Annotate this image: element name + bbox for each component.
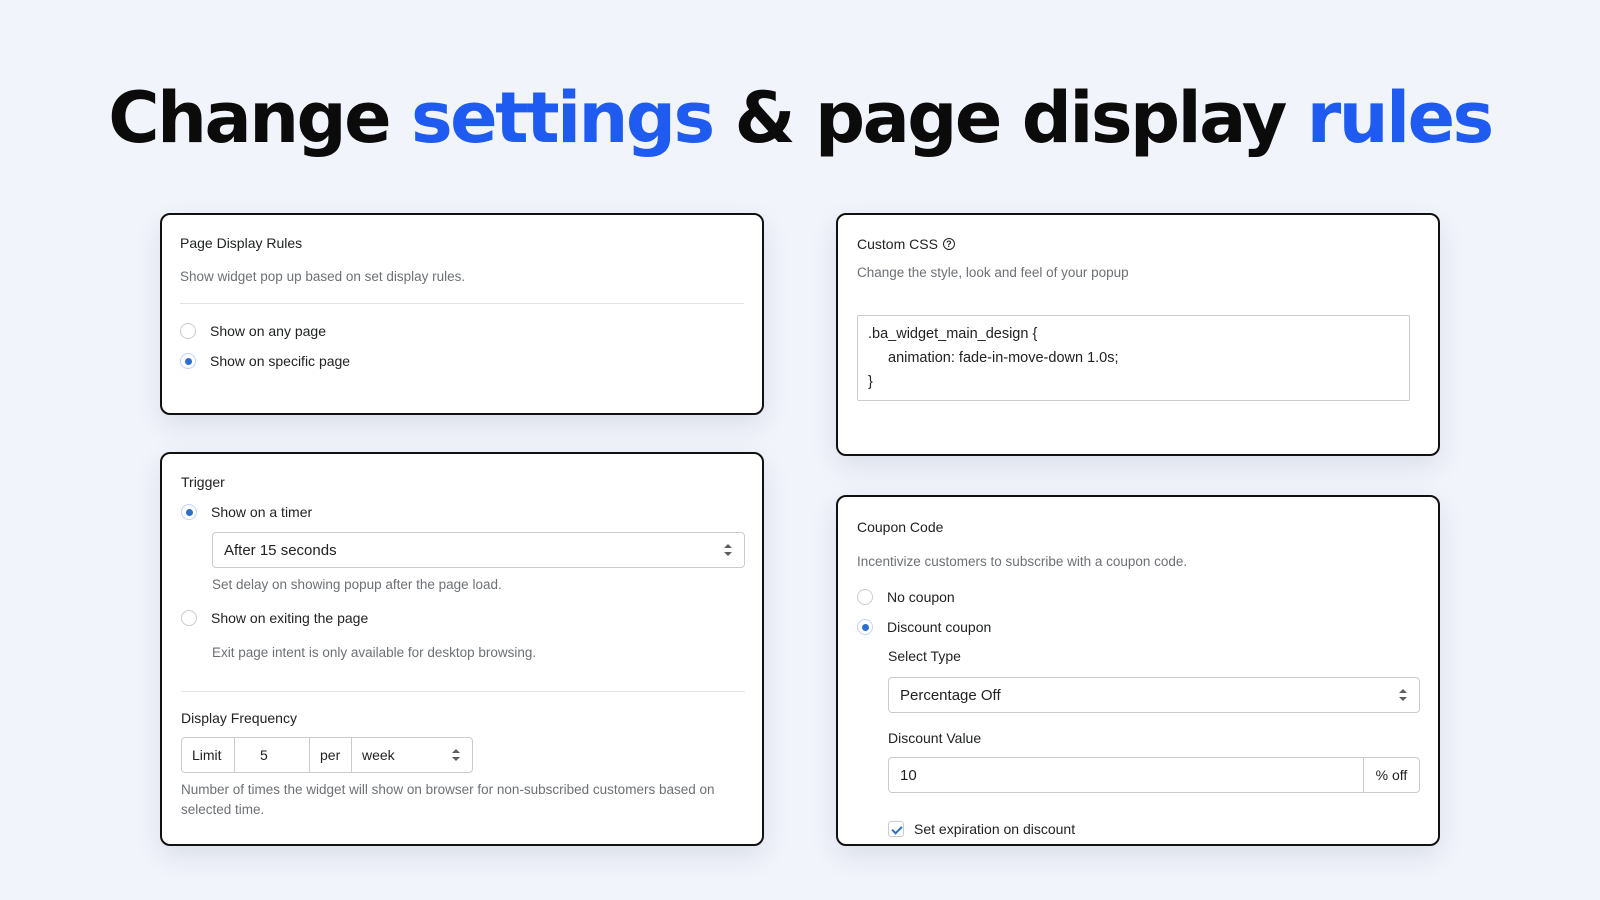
page-display-rules-card: Page Display Rules Show widget pop up ba… (160, 213, 764, 415)
radio-label-discount-coupon: Discount coupon (887, 619, 992, 635)
custom-css-title: Custom CSS (857, 236, 938, 252)
css-code-line: } (868, 374, 873, 390)
expiration-label: Set expiration on discount (914, 821, 1076, 837)
coupon-code-card: Coupon Code Incentivize customers to sub… (836, 495, 1440, 846)
radio-circle-any-page[interactable] (180, 323, 196, 339)
discount-suffix: % off (1363, 758, 1419, 792)
radio-circle-discount-coupon[interactable] (857, 619, 873, 635)
trigger-divider (181, 691, 745, 692)
discount-value-input[interactable]: 10 (889, 758, 1363, 792)
page-display-rules-title: Page Display Rules (180, 235, 303, 251)
question-circle-icon[interactable]: ? (942, 238, 955, 251)
custom-css-title-row: Custom CSS? (857, 236, 955, 252)
select-updown-icon (724, 543, 732, 557)
trigger-title: Trigger (181, 474, 225, 490)
timer-help-text: Set delay on showing popup after the pag… (212, 577, 502, 592)
coupon-code-description: Incentivize customers to subscribe with … (857, 554, 1188, 569)
frequency-period-select[interactable]: week (352, 738, 472, 772)
radio-show-on-timer[interactable]: Show on a timer (181, 501, 312, 523)
radio-show-on-any-page[interactable]: Show on any page (180, 320, 326, 342)
radio-label-any-page: Show on any page (210, 323, 326, 339)
discount-value-text: 10 (900, 766, 917, 784)
radio-show-on-specific-page[interactable]: Show on specific page (180, 350, 350, 372)
page-headline: Change settings & page display rules (0, 68, 1600, 168)
frequency-limit-value: 5 (260, 747, 268, 763)
expiration-checkbox-row[interactable]: Set expiration on discount (888, 818, 1075, 840)
timer-delay-select[interactable]: After 15 seconds (212, 532, 745, 568)
expiration-checkbox[interactable] (888, 821, 904, 837)
frequency-period-value: week (362, 747, 395, 763)
custom-css-description: Change the style, look and feel of your … (857, 265, 1129, 280)
timer-delay-value: After 15 seconds (224, 541, 337, 559)
radio-no-coupon[interactable]: No coupon (857, 586, 955, 608)
radio-label-no-coupon: No coupon (887, 589, 955, 605)
custom-css-card: Custom CSS? Change the style, look and f… (836, 213, 1440, 456)
coupon-code-title: Coupon Code (857, 519, 944, 535)
page-display-rules-divider (180, 303, 744, 304)
period-updown-icon (452, 748, 460, 762)
discount-value-label: Discount Value (888, 730, 982, 746)
headline-part-2: & page display (712, 77, 1307, 159)
radio-label-timer: Show on a timer (211, 504, 313, 520)
page-display-rules-description: Show widget pop up based on set display … (180, 269, 466, 284)
css-code-line: .ba_widget_main_design { (868, 326, 1038, 342)
css-code-line: animation: fade-in-move-down 1.0s; (888, 350, 1119, 366)
headline-accent-settings: settings (411, 77, 715, 159)
custom-css-editor[interactable]: .ba_widget_main_design { animation: fade… (857, 315, 1410, 401)
radio-circle-specific-page[interactable] (180, 353, 196, 369)
discount-type-value: Percentage Off (900, 686, 1001, 704)
radio-circle-timer[interactable] (181, 504, 197, 520)
frequency-limit-label-text: Limit (192, 747, 222, 763)
radio-circle-no-coupon[interactable] (857, 589, 873, 605)
frequency-limit-input[interactable]: 5 (235, 738, 310, 772)
radio-discount-coupon[interactable]: Discount coupon (857, 616, 991, 638)
headline-part-1: Change (108, 77, 411, 159)
headline-accent-rules: rules (1306, 77, 1495, 159)
display-frequency-title: Display Frequency (181, 710, 297, 726)
discount-type-select[interactable]: Percentage Off (888, 677, 1420, 713)
radio-circle-exit[interactable] (181, 610, 197, 626)
select-updown-icon (1399, 688, 1407, 702)
discount-suffix-text: % off (1375, 767, 1408, 783)
display-frequency-control: Limit 5 per week (181, 737, 473, 773)
exit-help-text: Exit page intent is only available for d… (212, 645, 537, 660)
radio-label-exit: Show on exiting the page (211, 610, 369, 626)
frequency-per-text: per (320, 747, 341, 763)
frequency-per-label: per (310, 738, 352, 772)
select-type-label: Select Type (888, 648, 961, 664)
discount-value-control: 10 % off (888, 757, 1420, 793)
radio-show-on-exit[interactable]: Show on exiting the page (181, 607, 368, 629)
frequency-limit-label: Limit (182, 738, 235, 772)
trigger-card: Trigger Show on a timer After 15 seconds… (160, 452, 764, 846)
frequency-help-text: Number of times the widget will show on … (181, 782, 715, 817)
radio-label-specific-page: Show on specific page (210, 353, 351, 369)
